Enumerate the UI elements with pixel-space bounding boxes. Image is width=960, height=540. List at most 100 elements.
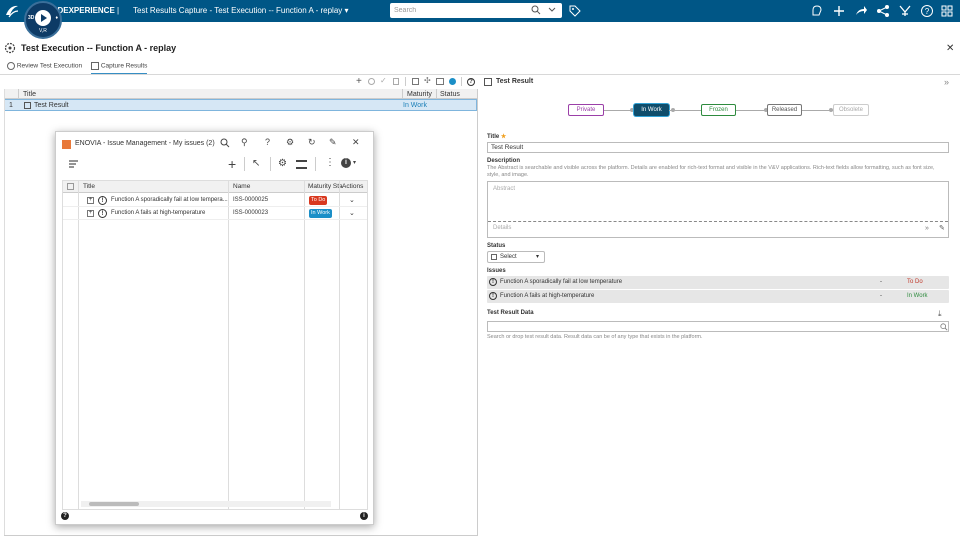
refresh-icon[interactable]: ↻ [308,137,316,148]
add-icon[interactable] [832,4,846,18]
issue-grid: Title Name Maturity Sta Actions + ! Func… [62,180,368,510]
tab-review-test-execution[interactable]: Review Test Execution [7,62,82,70]
details-field[interactable]: Details [493,225,511,231]
table-row[interactable]: + ! Function A fails at high-temperature… [63,207,367,220]
play-icon [35,10,51,26]
settings-icon[interactable]: ⚙ [286,137,294,148]
select-mode-icon[interactable]: ↖ [252,158,260,169]
more-menu-icon[interactable] [940,4,954,18]
info-icon[interactable]: i [341,158,351,168]
column-title[interactable]: Title [83,183,95,190]
close-icon[interactable]: ✕ [946,43,954,54]
left-frame [4,89,5,536]
layout-icon[interactable] [436,78,444,85]
more-vertical-icon[interactable]: ⋮ [325,157,335,168]
chevron-down-icon[interactable]: ⌄ [349,209,355,217]
apps-compass-icon[interactable] [898,4,912,18]
left-bottom-border [4,535,478,536]
share-icon[interactable] [854,4,868,18]
row-maturity[interactable]: In Work [403,102,427,109]
issue-row[interactable]: ! Function A sporadically fail at low te… [487,276,949,289]
column-maturity[interactable]: Maturity Sta [308,183,343,190]
table-row[interactable]: + ! Function A sporadically fail at low … [63,194,367,207]
tag-icon[interactable] [568,4,582,18]
gear-icon[interactable]: ⚙ [278,158,287,169]
download-icon[interactable]: ⤓ [938,309,942,319]
row-number: 1 [9,102,13,109]
help-icon[interactable]: ? [61,512,69,520]
page-title: Test Execution -- Function A - replay [21,43,177,53]
check-icon[interactable]: ✓ [380,76,387,85]
add-issue-icon[interactable]: + [228,156,236,172]
search-box[interactable] [390,3,562,18]
column-title[interactable]: Title [23,91,36,98]
table-row[interactable]: 1 Test Result In Work [4,99,477,111]
status-select[interactable]: Select ▾ [487,251,545,263]
toolbar-separator [461,77,462,86]
compass-button[interactable]: 3D ♦ V,R [24,1,62,39]
issue-management-panel: ENOVIA - Issue Management - My issues (2… [55,131,374,525]
lifecycle-frozen[interactable]: Frozen [701,104,736,116]
abstract-field[interactable]: Abstract [493,186,515,192]
test-result-data-search[interactable] [487,321,949,332]
open-external-icon[interactable] [412,78,419,85]
help-icon[interactable]: ? [920,4,934,18]
close-icon[interactable]: ✕ [352,137,360,148]
search-input[interactable] [394,4,534,17]
test-result-data-label: Test Result Data [487,310,534,316]
ds-logo-icon[interactable] [4,3,20,19]
description-help: The Abstract is searchable and visible a… [487,165,935,178]
maturity-badge: In Work [309,209,332,218]
user-icon[interactable] [810,4,824,18]
assign-user-icon[interactable]: ⚲ [241,137,248,148]
scrollbar-thumb[interactable] [89,502,139,506]
issue-icon: ! [489,292,497,300]
delete-icon[interactable] [393,78,399,85]
grid-toolbar: + ✓ ✣ ? [0,75,478,88]
expand-icon[interactable]: ✣ [424,76,431,85]
info-outline-icon[interactable] [368,78,375,85]
issue-grid-header: Title Name Maturity Sta Actions [63,181,367,193]
search-icon[interactable] [531,5,541,15]
collapse-panel-icon[interactable]: » [944,77,949,87]
edit-pencil-icon[interactable]: ✎ [939,224,945,232]
lifecycle-released[interactable]: Released [767,104,802,116]
lifecycle-in-work[interactable]: In Work [634,104,669,116]
row-title[interactable]: Test Result [34,102,69,109]
issue-icon: ! [98,209,107,218]
expand-row-icon[interactable]: + [87,197,94,204]
lifecycle-private[interactable]: Private [568,104,604,116]
app-title[interactable]: Test Results Capture - Test Execution --… [133,6,349,15]
help-icon[interactable]: ? [467,78,475,86]
test-result-icon [484,78,492,86]
search-icon[interactable] [220,138,230,148]
review-icon [7,62,15,70]
column-name[interactable]: Name [233,183,250,190]
info-icon[interactable] [449,78,456,85]
maturity-badge: To Do [309,196,328,205]
column-status[interactable]: Status [440,91,460,98]
column-actions[interactable]: Actions [342,183,363,190]
expand-row-icon[interactable]: + [87,210,94,217]
search-options-icon[interactable] [548,7,556,13]
select-all-checkbox[interactable] [67,183,74,190]
column-maturity[interactable]: Maturity [407,91,432,98]
chevron-down-icon[interactable]: ⌄ [349,196,355,204]
community-icon[interactable] [876,4,890,18]
issue-state: In Work [907,293,928,299]
filter-icon[interactable] [68,160,80,170]
chevron-down-icon[interactable]: ▾ [353,159,356,166]
list-view-icon[interactable] [296,160,307,169]
add-row-icon[interactable]: + [356,76,362,87]
title-field[interactable]: Test Result [487,142,949,153]
expand-details-icon[interactable]: » [925,225,929,232]
gear-badge-icon [4,42,16,54]
help-icon[interactable]: ? [265,137,270,147]
issue-row[interactable]: ! Function A fails at high-temperature -… [487,290,949,303]
horizontal-scrollbar[interactable] [81,501,331,507]
lifecycle-obsolete[interactable]: Obsolete [833,104,869,116]
test-result-data-help: Search or drop test result data. Result … [487,334,703,340]
pin-icon[interactable]: ✎ [329,137,337,148]
info-icon[interactable]: i [360,512,368,520]
select-icon [491,254,497,260]
